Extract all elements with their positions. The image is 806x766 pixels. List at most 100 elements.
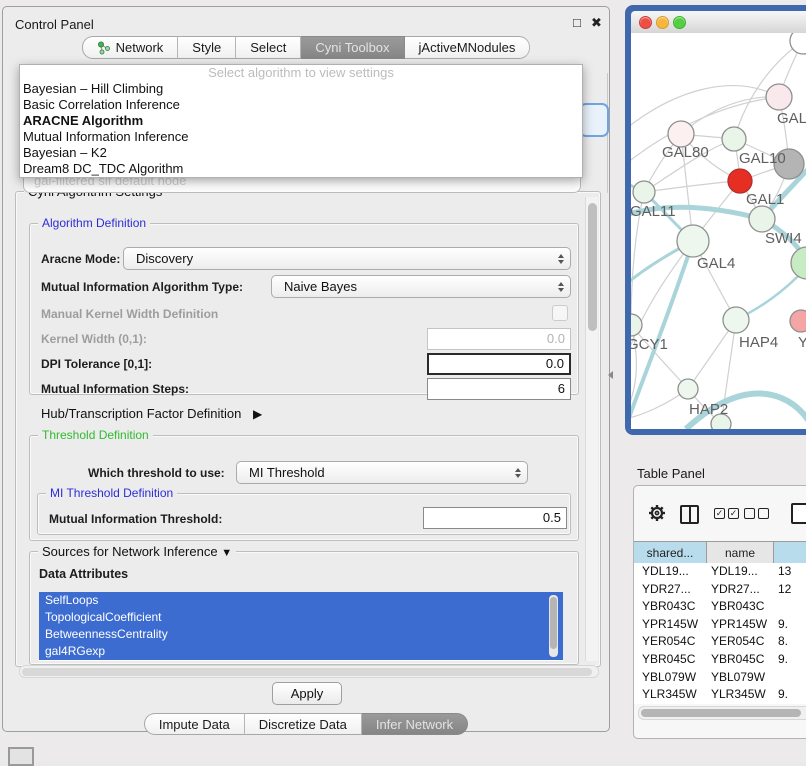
restore-panel-icon[interactable]: [8, 747, 34, 766]
aracne-mode-label: Aracne Mode:: [41, 252, 120, 266]
node: [790, 33, 806, 54]
table-row[interactable]: YPR145WYPR145W9.: [634, 616, 806, 634]
tab-jactivemnodules[interactable]: jActiveMNodules: [405, 36, 531, 59]
node-label: HAP4: [739, 334, 778, 351]
algorithm-definition-title: Algorithm Definition: [38, 216, 150, 230]
settings-scrollbar[interactable]: [585, 197, 598, 661]
network-node-labels: GAL GAL80 GAL10 GAL1 GAL11 SWI4 GAL4 GCY…: [631, 110, 806, 418]
tab-infer-network[interactable]: Infer Network: [362, 713, 468, 735]
panel-splitter-handle[interactable]: [608, 371, 613, 379]
attribute-list-scrollbar-thumb[interactable]: [550, 597, 557, 649]
network-canvas[interactable]: GAL GAL80 GAL10 GAL1 GAL11 SWI4 GAL4 GCY…: [631, 33, 806, 429]
float-window-icon[interactable]: □: [573, 16, 581, 30]
apply-button[interactable]: Apply: [272, 682, 342, 705]
show-columns-icon[interactable]: [680, 505, 699, 524]
close-traffic-light-icon[interactable]: [639, 16, 652, 29]
table-row[interactable]: YBR043CYBR043C: [634, 598, 806, 616]
dropdown-item[interactable]: Mutual Information Inference: [20, 129, 582, 145]
tab-select-label: Select: [250, 40, 286, 55]
tab-cyni-toolbox[interactable]: Cyni Toolbox: [301, 36, 404, 59]
threshold-definition-title: Threshold Definition: [38, 428, 153, 442]
table-row[interactable]: YLR345WYLR345W9.: [634, 686, 806, 704]
sources-group-title[interactable]: Sources for Network Inference ▼: [38, 544, 236, 559]
node-label: GCY1: [631, 336, 668, 353]
sources-title-text: Sources for Network Inference: [42, 544, 218, 559]
tab-network-label: Network: [116, 40, 164, 55]
data-attributes-label: Data Attributes: [39, 567, 128, 581]
mi-threshold-field[interactable]: 0.5: [423, 507, 567, 529]
mi-algorithm-type-combo[interactable]: Naive Bayes: [271, 275, 571, 298]
dropdown-item[interactable]: Dream8 DC_TDC Algorithm: [20, 161, 582, 177]
tab-style-label: Style: [192, 40, 221, 55]
attribute-list-scrollbar[interactable]: [549, 595, 558, 657]
kernel-width-field[interactable]: 0.0: [427, 328, 571, 350]
mi-steps-field[interactable]: 6: [427, 378, 571, 400]
dropdown-header: Select algorithm to view settings: [20, 65, 582, 81]
tab-network[interactable]: Network: [82, 36, 179, 59]
attribute-item-selected[interactable]: gal4RGexp: [39, 643, 563, 660]
dropdown-item-selected[interactable]: ARACNE Algorithm: [20, 113, 582, 129]
tab-style[interactable]: Style: [178, 36, 236, 59]
node-label: Y: [798, 334, 806, 351]
stepper-arrows-icon: [552, 282, 570, 292]
minimize-traffic-light-icon[interactable]: [656, 16, 669, 29]
close-window-icon[interactable]: ✖: [591, 16, 602, 30]
which-threshold-label: Which threshold to use:: [88, 466, 225, 480]
export-table-icon[interactable]: [791, 503, 806, 524]
zoom-traffic-light-icon[interactable]: [673, 16, 686, 29]
kernel-width-label: Kernel Width (0,1):: [41, 332, 147, 346]
table-row[interactable]: YDR27...YDR27...12: [634, 581, 806, 599]
data-attributes-list[interactable]: SelfLoops TopologicalCoefficient Between…: [39, 592, 563, 661]
table-row[interactable]: YBL079WYBL079W: [634, 669, 806, 687]
table-row[interactable]: YER054CYER054C8.: [634, 633, 806, 651]
control-panel-tabbar: Network Style Select Cyni Toolbox jActiv…: [3, 36, 609, 59]
node-gal10: [722, 127, 746, 151]
node-label: GAL1: [746, 191, 784, 208]
dpi-tolerance-field[interactable]: 0.0: [427, 353, 571, 375]
inference-algorithm-combo-fragment[interactable]: [579, 103, 609, 137]
table-header-row: shared... name: [634, 541, 806, 564]
manual-kernel-width-checkbox[interactable]: [552, 305, 568, 321]
column-header-shared-name[interactable]: shared...: [634, 542, 707, 563]
table-panel-title: Table Panel: [637, 466, 705, 481]
which-threshold-value: MI Threshold: [249, 465, 509, 480]
node-label: GAL10: [739, 150, 786, 167]
node-label: SWI4: [765, 230, 802, 247]
column-header-name[interactable]: name: [707, 542, 774, 563]
table-row[interactable]: YBR045CYBR045C9.: [634, 651, 806, 669]
tab-discretize-data[interactable]: Discretize Data: [245, 713, 362, 735]
node-label: GAL11: [631, 203, 676, 220]
dropdown-item[interactable]: Bayesian – Hill Climbing: [20, 81, 582, 97]
attribute-item-selected[interactable]: SelfLoops: [39, 592, 563, 609]
tab-select[interactable]: Select: [236, 36, 301, 59]
network-window-titlebar[interactable]: [631, 11, 806, 34]
table-row[interactable]: YDL19...YDL19...13: [634, 563, 806, 581]
which-threshold-combo[interactable]: MI Threshold: [236, 461, 528, 484]
hub-definition-toggle[interactable]: Hub/Transcription Factor Definition ▶: [41, 406, 262, 421]
control-panel: Control Panel □ ✖ Network Style Select: [2, 6, 610, 732]
collapsed-arrow-icon: ▶: [253, 407, 262, 421]
expanded-arrow-icon: ▼: [221, 547, 232, 559]
cyni-bottom-tabbar: Impute Data Discretize Data Infer Networ…: [3, 713, 609, 735]
node-label: GAL: [777, 110, 806, 127]
stepper-arrows-icon: [552, 254, 570, 264]
application-window: Control Panel □ ✖ Network Style Select: [0, 0, 806, 762]
settings-scrollbar-thumb[interactable]: [588, 203, 597, 331]
aracne-mode-combo[interactable]: Discovery: [123, 247, 571, 270]
attribute-item-selected[interactable]: TopologicalCoefficient: [39, 609, 563, 626]
dropdown-item[interactable]: Bayesian – K2: [20, 145, 582, 161]
select-all-columns-icon[interactable]: ✓✓: [714, 508, 739, 519]
mi-algorithm-type-value: Naive Bayes: [284, 279, 552, 294]
settings-hscrollbar-thumb[interactable]: [22, 668, 592, 676]
dropdown-item[interactable]: Basic Correlation Inference: [20, 97, 582, 113]
network-graph: GAL GAL80 GAL10 GAL1 GAL11 SWI4 GAL4 GCY…: [631, 33, 806, 429]
table-hscrollbar-thumb[interactable]: [641, 709, 801, 717]
table-settings-gear-icon[interactable]: [648, 504, 666, 527]
attribute-item-selected[interactable]: BetweennessCentrality: [39, 626, 563, 643]
tab-impute-data[interactable]: Impute Data: [144, 713, 245, 735]
deselect-all-columns-icon[interactable]: [744, 508, 769, 519]
column-header-extra[interactable]: [774, 542, 806, 563]
settings-hscrollbar[interactable]: [19, 665, 599, 678]
table-body[interactable]: YDL19...YDL19...13 YDR27...YDR27...12 YB…: [634, 563, 806, 704]
table-hscrollbar[interactable]: [638, 706, 806, 720]
